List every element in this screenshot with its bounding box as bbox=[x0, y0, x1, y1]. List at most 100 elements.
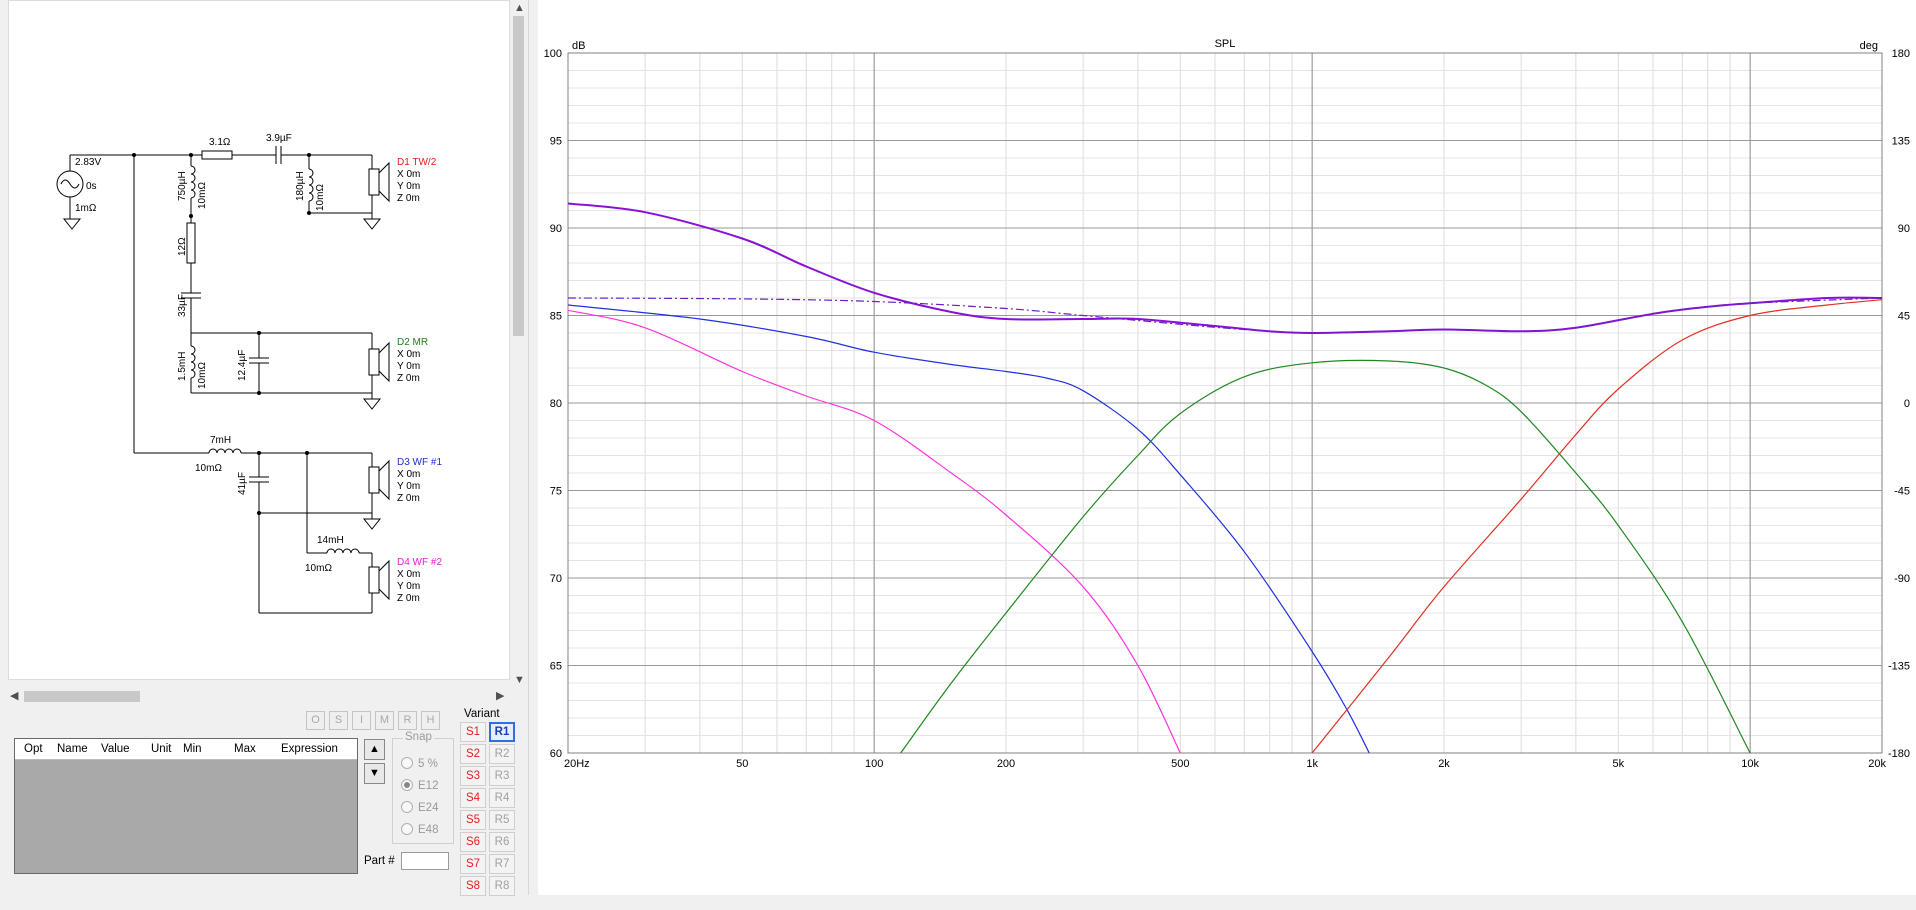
series-4-line bbox=[900, 359, 1751, 753]
l-wf2-r-label: 10mΩ bbox=[305, 563, 332, 574]
variant-s4-button[interactable]: S4 bbox=[460, 788, 486, 808]
x-tick-label: 50 bbox=[736, 758, 748, 770]
l-shunt-tw-label: 180µH bbox=[295, 171, 306, 201]
driver-name: D2 MR bbox=[397, 337, 428, 348]
snap-option-5pct[interactable]: 5 % bbox=[401, 757, 438, 770]
driver-y: Y 0m bbox=[397, 481, 420, 492]
y2-axis-unit: deg bbox=[1860, 40, 1878, 52]
driver-x: X 0m bbox=[397, 569, 420, 580]
variant-s1-button[interactable]: S1 bbox=[460, 722, 486, 742]
toolbar-button-h[interactable]: H bbox=[421, 711, 440, 730]
y2-tick-label: 0 bbox=[1904, 398, 1910, 410]
variant-r5-button[interactable]: R5 bbox=[489, 810, 515, 830]
part-number-input[interactable] bbox=[401, 852, 449, 870]
l-shunt-tw-r-label: 10mΩ bbox=[315, 184, 326, 211]
variant-r7-button[interactable]: R7 bbox=[489, 854, 515, 874]
variant-label: Variant bbox=[464, 708, 500, 720]
variant-s2-button[interactable]: S2 bbox=[460, 744, 486, 764]
spl-chart[interactable]: 100 95 90 85 80 75 70 65 60 180 135 90 45 0 -45 -90 -13… bbox=[538, 0, 1916, 895]
vertical-scroll-thumb[interactable] bbox=[513, 16, 524, 336]
crossover-schematic[interactable]: 2.83V 0s 1mΩ 3.1Ω 3.9µF 750µH 10mΩ 180µH… bbox=[8, 0, 510, 680]
y-tick-label: 100 bbox=[544, 48, 562, 60]
scroll-right-icon[interactable]: ▶ bbox=[496, 690, 504, 702]
chart-title: SPL bbox=[1215, 38, 1236, 50]
move-up-button[interactable]: ▲ bbox=[364, 739, 385, 760]
snap-option-e24[interactable]: E24 bbox=[401, 801, 438, 814]
c-wf1-label: 41µF bbox=[237, 472, 248, 495]
toolbar-button-i[interactable]: I bbox=[352, 711, 371, 730]
scroll-left-icon[interactable]: ◀ bbox=[10, 690, 18, 702]
variant-r4-button[interactable]: R4 bbox=[489, 788, 515, 808]
driver-name: D1 TW/2 bbox=[397, 157, 437, 168]
scroll-down-icon[interactable]: ▼ bbox=[514, 674, 525, 686]
driver-x: X 0m bbox=[397, 469, 420, 480]
driver-x: X 0m bbox=[397, 349, 420, 360]
horizontal-scroll-thumb[interactable] bbox=[24, 691, 140, 702]
variant-s8-button[interactable]: S8 bbox=[460, 876, 486, 896]
l-wf2-label: 14mH bbox=[317, 535, 344, 546]
c-mr-shunt-label: 12.4µF bbox=[237, 350, 248, 381]
column-header[interactable]: Max bbox=[234, 743, 256, 755]
r-series-tw-label: 3.1Ω bbox=[209, 137, 231, 148]
driver-y: Y 0m bbox=[397, 581, 420, 592]
schematic-vertical-scrollbar[interactable]: ▲ ▼ bbox=[510, 0, 527, 690]
y2-tick-label: -180 bbox=[1888, 748, 1910, 760]
driver-z: Z 0m bbox=[397, 593, 420, 604]
driver-z: Z 0m bbox=[397, 193, 420, 204]
column-header[interactable]: Opt bbox=[24, 743, 43, 755]
driver-d4-labels: D4 WF #2 X 0m Y 0m Z 0m bbox=[397, 557, 442, 604]
spl-graph-panel[interactable]: 100 95 90 85 80 75 70 65 60 180 135 90 45 0 -45 -90 -13… bbox=[538, 0, 1916, 895]
snap-option-e12[interactable]: E12 bbox=[401, 779, 438, 792]
radio-selected-icon bbox=[401, 779, 413, 791]
variant-r8-button[interactable]: R8 bbox=[489, 876, 515, 896]
toolbar-button-r[interactable]: R bbox=[398, 711, 417, 730]
arrow-down-icon: ▼ bbox=[369, 767, 380, 779]
y-tick-label: 90 bbox=[550, 223, 562, 235]
parameter-table[interactable]: Opt Name Value Unit Min Max Expression bbox=[14, 738, 358, 874]
driver-d1-labels: D1 TW/2 X 0m Y 0m Z 0m bbox=[397, 157, 437, 204]
variant-r3-button[interactable]: R3 bbox=[489, 766, 515, 786]
column-header[interactable]: Min bbox=[183, 743, 202, 755]
y-tick-label: 75 bbox=[550, 486, 562, 498]
driver-z: Z 0m bbox=[397, 373, 420, 384]
variant-s7-button[interactable]: S7 bbox=[460, 854, 486, 874]
toolbar-button-s[interactable]: S bbox=[329, 711, 348, 730]
series-2-line bbox=[568, 304, 1370, 753]
radio-icon bbox=[401, 823, 413, 835]
y-tick-label: 60 bbox=[550, 748, 562, 760]
c-mr-label: 33µF bbox=[177, 294, 188, 317]
variant-s6-button[interactable]: S6 bbox=[460, 832, 486, 852]
driver-d3-labels: D3 WF #1 X 0m Y 0m Z 0m bbox=[397, 457, 442, 504]
variant-s5-button[interactable]: S5 bbox=[460, 810, 486, 830]
y2-tick-label: -90 bbox=[1894, 573, 1910, 585]
column-header[interactable]: Expression bbox=[281, 743, 338, 755]
toolbar-button-o[interactable]: O bbox=[306, 711, 325, 730]
move-down-button[interactable]: ▼ bbox=[364, 763, 385, 784]
schematic-horizontal-scrollbar[interactable]: ◀ ▶ bbox=[8, 688, 510, 705]
source-voltage: 2.83V bbox=[75, 157, 101, 168]
column-header[interactable]: Value bbox=[101, 743, 130, 755]
snap-option-label: 5 % bbox=[418, 758, 438, 770]
x-tick-label: 200 bbox=[997, 758, 1015, 770]
y2-tick-label: 180 bbox=[1892, 48, 1910, 60]
x-tick-label: 2k bbox=[1438, 758, 1450, 770]
variant-r1-button[interactable]: R1 bbox=[489, 722, 515, 742]
driver-z: Z 0m bbox=[397, 493, 420, 504]
column-header[interactable]: Unit bbox=[151, 743, 171, 755]
x-tick-label: 20k bbox=[1868, 758, 1886, 770]
driver-y: Y 0m bbox=[397, 181, 420, 192]
y-tick-label: 80 bbox=[550, 398, 562, 410]
x-tick-label: 20Hz bbox=[564, 758, 590, 770]
variant-s3-button[interactable]: S3 bbox=[460, 766, 486, 786]
variant-r6-button[interactable]: R6 bbox=[489, 832, 515, 852]
toolbar-button-m[interactable]: M bbox=[375, 711, 394, 730]
y-axis-unit: dB bbox=[572, 40, 585, 52]
scroll-up-icon[interactable]: ▲ bbox=[514, 2, 525, 14]
column-header[interactable]: Name bbox=[57, 743, 88, 755]
driver-name: D4 WF #2 bbox=[397, 557, 442, 568]
x-tick-label: 10k bbox=[1741, 758, 1759, 770]
c-series-tw-label: 3.9µF bbox=[266, 133, 292, 144]
variant-r2-button[interactable]: R2 bbox=[489, 744, 515, 764]
l-mr-r-label: 10mΩ bbox=[197, 362, 208, 389]
snap-option-e48[interactable]: E48 bbox=[401, 823, 438, 836]
